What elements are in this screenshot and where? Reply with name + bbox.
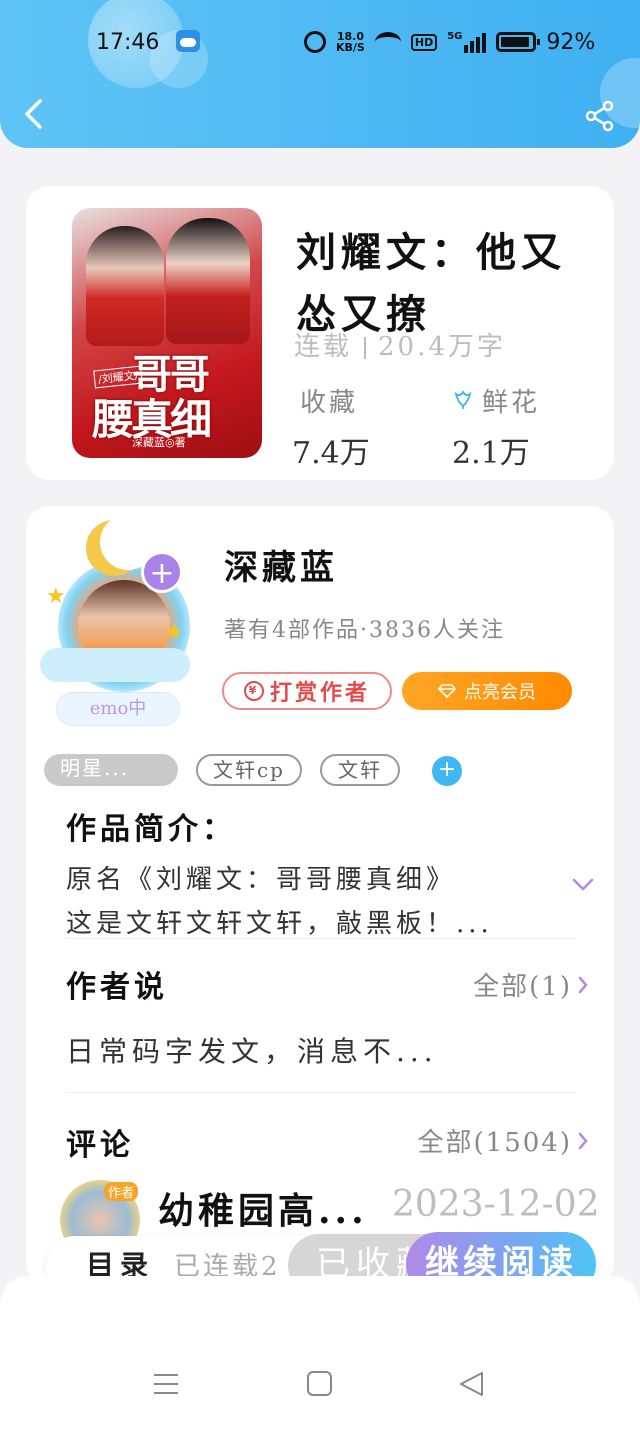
cover-figure [166, 218, 250, 344]
weather-icon [176, 30, 200, 52]
tag-chip[interactable]: 明星... [44, 754, 178, 786]
status-time: 17:46 [96, 29, 160, 55]
yen-icon: ¥ [243, 681, 264, 701]
net-speed: 18.0 KB/S [336, 30, 365, 54]
star-icon: ★ [46, 584, 66, 609]
diamond-icon [438, 684, 456, 698]
status-icons: 18.0 KB/S HD 5G 92% [304, 24, 595, 60]
moon-icon [86, 514, 156, 576]
author-says-content[interactable]: 日常码字发文，消息不... [66, 1030, 438, 1070]
cover-credit: 深藏蓝◎著 [132, 436, 186, 449]
star-icon: ★ [164, 620, 184, 645]
back-triangle-icon[interactable] [458, 1370, 486, 1398]
tag-chip[interactable]: 文轩 [320, 754, 400, 786]
comments-all-link[interactable]: 全部(1504) [418, 1122, 588, 1159]
tag-chip[interactable]: 文轩cp [196, 754, 302, 786]
author-says-all-link[interactable]: 全部(1) [473, 966, 588, 1003]
intro-text[interactable]: 原名《刘耀文：哥哥腰真细》 这是文轩文轩文轩，敲黑板！... [66, 858, 546, 946]
book-word-count: 20.4万字 [378, 332, 506, 362]
vip-label: 点亮会员 [464, 682, 536, 703]
meta-divider [364, 337, 367, 359]
flower-icon [454, 390, 472, 409]
add-tag-button[interactable]: + [432, 756, 462, 786]
battery-icon [496, 32, 541, 52]
commenter-name[interactable]: 幼稚园高... [158, 1182, 368, 1234]
book-cover[interactable]: 哥哥 /刘耀文/ 腰真细 深藏蓝◎著 [72, 208, 262, 458]
favorites-label: 收藏 [300, 388, 359, 418]
author-name[interactable]: 深藏蓝 [224, 540, 338, 589]
cover-figure [86, 226, 164, 346]
system-nav-bar [0, 1276, 640, 1429]
chevron-down-icon[interactable] [572, 878, 594, 892]
top-header [0, 0, 640, 148]
intro-line: 原名《刘耀文：哥哥腰真细》 [66, 865, 457, 895]
comment-date: 2023-12-02 [392, 1184, 600, 1225]
menu-icon[interactable] [152, 1370, 180, 1398]
comments-title: 评论 [66, 1128, 134, 1163]
wifi-icon [374, 32, 401, 52]
tip-author-button[interactable]: ¥ 打赏作者 [222, 672, 392, 710]
share-icon[interactable] [584, 100, 616, 132]
follow-author-button[interactable]: + [141, 551, 183, 593]
divider [66, 1092, 576, 1093]
signal-icon: 5G [447, 31, 487, 53]
tip-author-label: 打赏作者 [269, 680, 370, 706]
flowers-label: 鲜花 [482, 388, 541, 418]
book-status: 连载 [294, 332, 353, 362]
chevron-right-icon [578, 1132, 588, 1149]
author-summary: 著有4部作品·3836人关注 [224, 618, 505, 643]
hd-icon: HD [410, 33, 438, 51]
alarm-icon [304, 31, 326, 53]
battery-percent: 92% [546, 29, 596, 55]
vip-button[interactable]: 点亮会员 [402, 672, 572, 710]
author-avatar[interactable]: ★ ★ [40, 514, 200, 720]
author-says-title: 作者说 [66, 970, 168, 1005]
home-icon[interactable] [306, 1370, 334, 1398]
back-arrow-icon[interactable] [22, 98, 44, 130]
favorites-value: 7.4万 [292, 436, 370, 471]
author-says-all-label: 全部(1) [473, 972, 572, 1002]
avatar-cloud [40, 648, 190, 682]
divider [66, 938, 576, 939]
author-badge: 作者 [104, 1182, 139, 1201]
intro-title: 作品简介： [66, 812, 236, 847]
comments-all-label: 全部(1504) [417, 1128, 572, 1158]
emo-status-badge: emo中 [56, 692, 180, 726]
chevron-right-icon [578, 976, 588, 993]
flowers-value: 2.1万 [452, 436, 530, 471]
book-meta: 连载 20.4万字 [294, 326, 506, 363]
intro-line: 这是文轩文轩文轩，敲黑板！... [66, 909, 493, 939]
